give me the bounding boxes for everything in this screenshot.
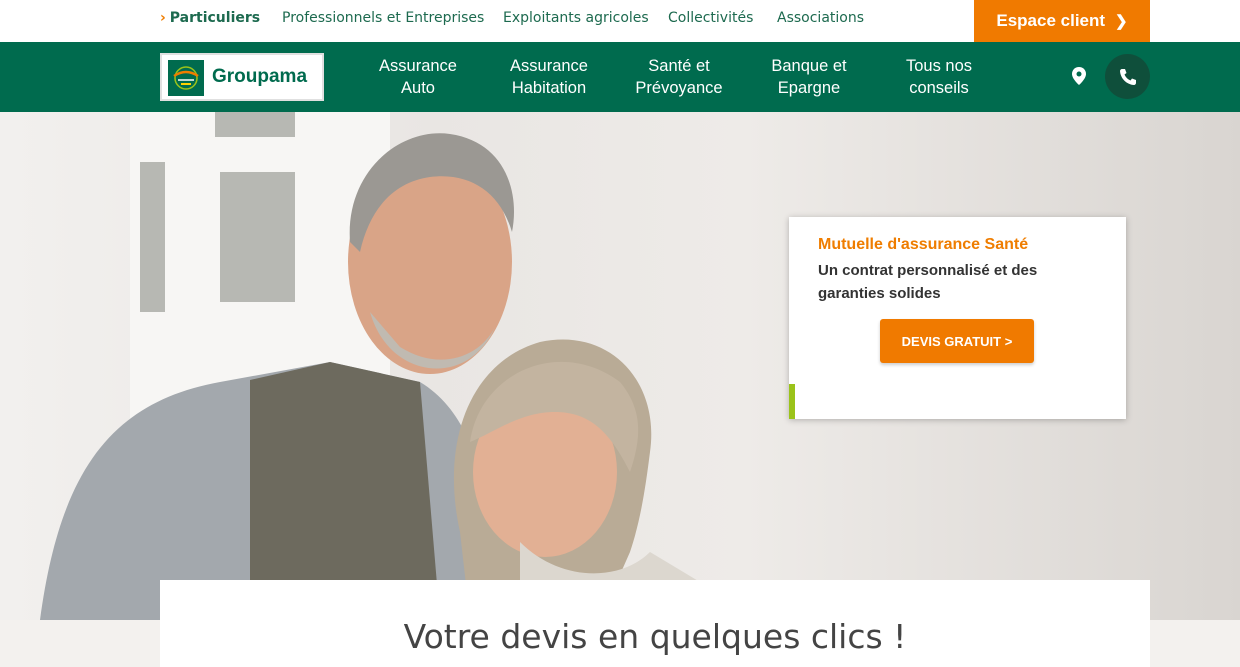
groupama-logo-mark-icon <box>168 60 204 96</box>
nav-line: Banque et <box>771 57 847 75</box>
nav-assurance-habitation[interactable]: Assurance Habitation <box>503 55 595 99</box>
nav-particuliers[interactable]: › Particuliers <box>160 10 260 26</box>
location-pin-icon[interactable] <box>1072 67 1086 89</box>
nav-line: Prévoyance <box>635 79 723 97</box>
nav-line: Habitation <box>511 79 587 97</box>
promo-accent-bar <box>789 384 795 419</box>
nav-exploitants[interactable]: Exploitants agricoles <box>503 10 649 26</box>
top-bar: › Particuliers Professionnels et Entrepri… <box>0 0 1240 42</box>
nav-line: Epargne <box>777 79 841 97</box>
main-nav: Groupama Assurance Auto Assurance Habita… <box>0 42 1240 112</box>
chevron-right-icon: ❯ <box>1115 13 1128 30</box>
phone-button[interactable] <box>1105 54 1150 99</box>
nav-label: Particuliers <box>169 10 261 26</box>
nav-collectivites[interactable]: Collectivités <box>668 10 753 26</box>
nav-line: Auto <box>401 79 435 97</box>
nav-professionnels[interactable]: Professionnels et Entreprises <box>282 10 484 26</box>
quote-panel: Votre devis en quelques clics ! <box>160 580 1150 667</box>
phone-icon <box>1119 68 1136 85</box>
nav-line: conseils <box>909 79 969 97</box>
nav-line: Santé et <box>648 57 710 75</box>
promo-title: Mutuelle d'assurance Santé <box>818 236 1029 253</box>
promo-text: Un contrat personnalisé et des garanties… <box>818 262 1038 302</box>
devis-gratuit-button[interactable]: DEVIS GRATUIT > <box>880 319 1034 363</box>
groupama-logo[interactable]: Groupama <box>160 53 324 101</box>
hero-couple-illustration <box>40 133 740 620</box>
nav-line: Tous nos <box>905 57 973 75</box>
nav-assurance-auto[interactable]: Assurance Auto <box>373 55 463 99</box>
espace-client-label: Espace client <box>996 11 1106 30</box>
nav-sante-prevoyance[interactable]: Santé et Prévoyance <box>631 55 727 99</box>
espace-client-button[interactable]: Espace client ❯ <box>974 0 1150 42</box>
nav-banque-epargne[interactable]: Banque et Epargne <box>763 55 855 99</box>
quote-heading: Votre devis en quelques clics ! <box>403 617 907 656</box>
chevron-right-icon: › <box>160 10 166 26</box>
nav-line: Assurance <box>379 57 457 75</box>
promo-card: Mutuelle d'assurance Santé Un contrat pe… <box>789 217 1126 419</box>
hero-image: Mutuelle d'assurance Santé Un contrat pe… <box>0 112 1240 620</box>
brand-name: Groupama <box>212 66 308 87</box>
nav-tous-conseils[interactable]: Tous nos conseils <box>896 55 982 99</box>
nav-line: Assurance <box>510 57 588 75</box>
nav-associations[interactable]: Associations <box>777 10 864 26</box>
